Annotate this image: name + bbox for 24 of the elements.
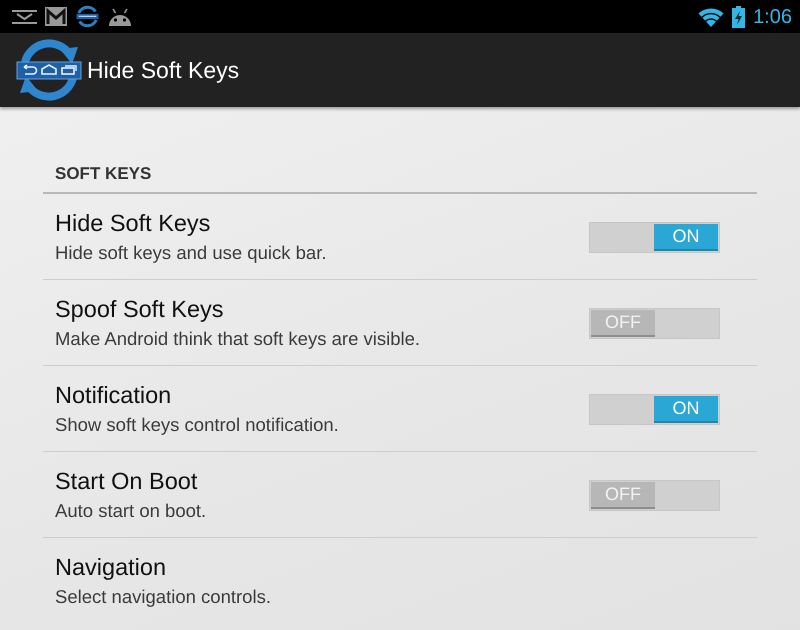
setting-title[interactable]: Notification [55,382,339,408]
setting-summary: Show soft keys control notification. [55,414,339,436]
setting-title[interactable]: Spoof Soft Keys [55,296,420,322]
switch-thumb: ON [654,396,718,423]
section-title: SOFT KEYS [55,164,152,183]
wifi-icon [698,6,724,26]
mail-icon[interactable] [45,7,67,26]
app-logo-icon[interactable] [16,37,82,103]
setting-title[interactable]: Hide Soft Keys [55,210,326,236]
setting-summary: Select navigation controls. [55,586,271,608]
app-title: Hide Soft Keys [87,56,240,84]
chevron-icon[interactable] [12,10,37,24]
switch-thumb: ON [654,224,718,251]
switch-thumb: OFF [591,482,655,509]
status-time: 1:06 [753,4,792,28]
sync-arrows-icon[interactable] [75,4,100,29]
switch-thumb: OFF [591,310,655,337]
robot-head-icon[interactable] [108,8,132,26]
setting-title[interactable]: Start On Boot [55,468,206,494]
setting-title[interactable]: Navigation [55,554,271,581]
battery-charging-icon [732,6,746,28]
setting-summary: Make Android think that soft keys are visible. [55,328,420,350]
setting-summary: Auto start on boot. [55,500,206,522]
setting-summary: Hide soft keys and use quick bar. [55,242,326,264]
